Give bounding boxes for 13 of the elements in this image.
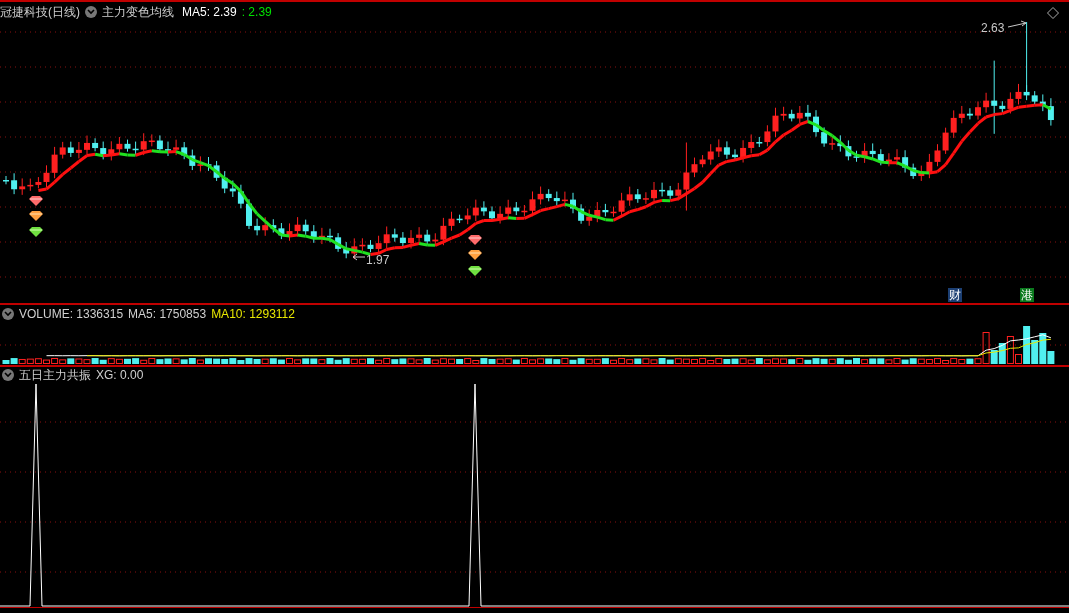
xg-reading: XG: 0.00 xyxy=(96,367,144,383)
price-label: 2.63 xyxy=(981,21,1005,35)
stock-title: 冠捷科技(日线) xyxy=(0,4,80,20)
ma5-value: : 2.39 xyxy=(241,4,272,20)
indicator-title: 五日主力共振 xyxy=(19,367,91,383)
info-badge[interactable]: 港 xyxy=(1020,288,1034,302)
price-label: 1.97 xyxy=(366,253,390,267)
ma10-reading: MA10: 1293112 xyxy=(211,306,295,322)
indicator-title: 主力变色均线 xyxy=(102,4,174,20)
info-badge[interactable]: 财 xyxy=(948,288,962,302)
ma5-reading: MA5: 2.39 xyxy=(182,4,237,20)
volume-reading: VOLUME: 1336315 xyxy=(19,306,124,322)
ma5-reading: MA5: 1750853 xyxy=(128,306,207,322)
